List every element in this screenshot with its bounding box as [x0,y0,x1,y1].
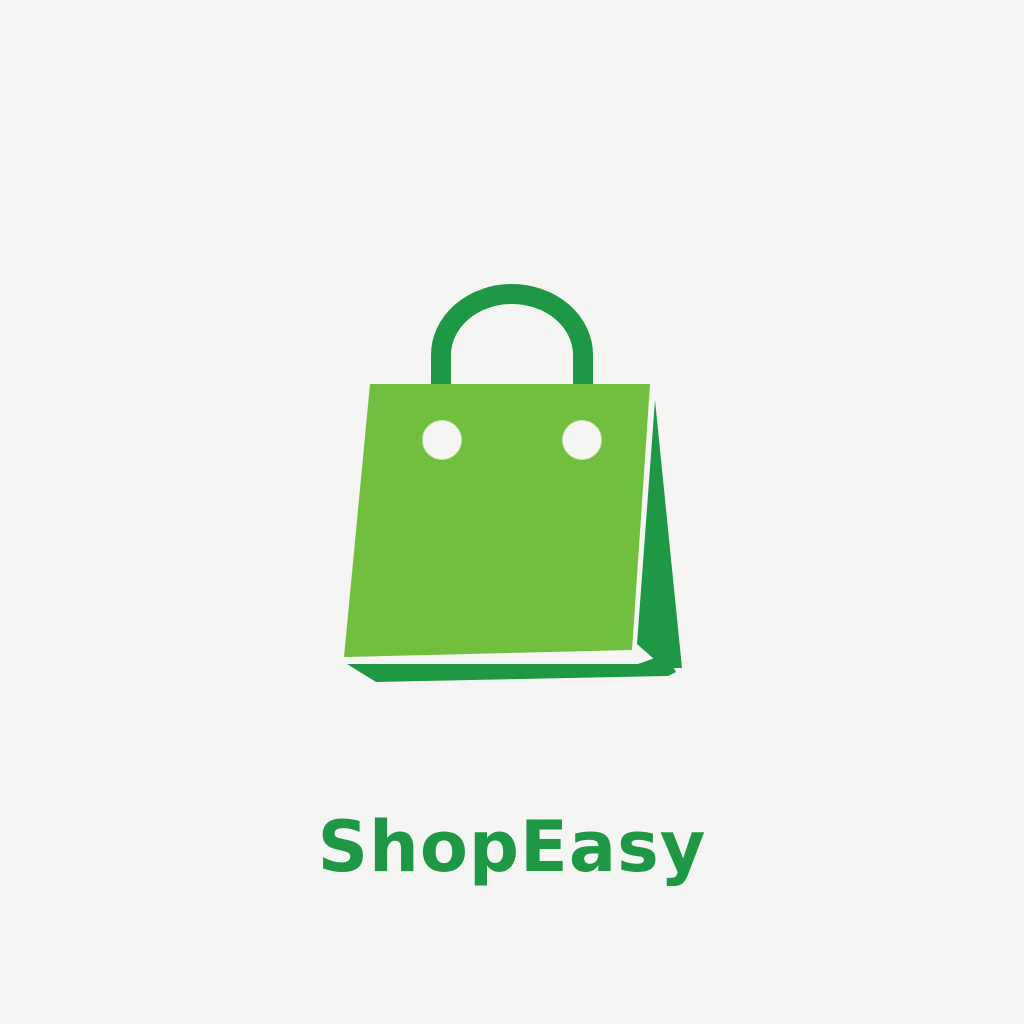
brand-name: ShopEasy [317,806,707,888]
logo-screen: ShopEasy [0,0,1024,1024]
bag-front-panel [344,384,650,657]
bag-bottom-fold [347,654,676,682]
